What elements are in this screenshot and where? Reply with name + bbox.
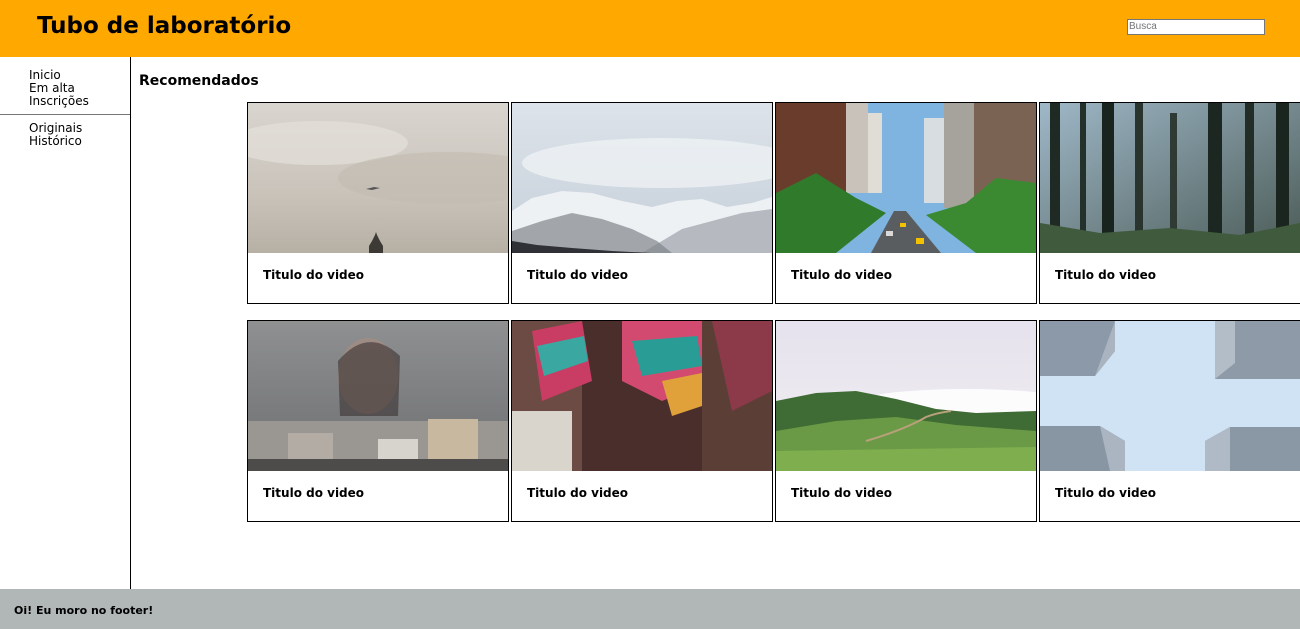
video-card[interactable]: Titulo do video <box>247 102 509 304</box>
video-title[interactable]: Titulo do video <box>1040 268 1300 282</box>
site-footer: Oi! Eu moro no footer! <box>0 589 1300 629</box>
video-grid: Titulo do video Titulo do video Titulo d… <box>247 102 1300 522</box>
section-title: Recomendados <box>139 73 259 89</box>
video-title[interactable]: Titulo do video <box>512 268 772 282</box>
footer-text: Oi! Eu moro no footer! <box>14 604 154 617</box>
video-thumbnail[interactable] <box>776 103 1036 253</box>
sidebar-divider <box>0 114 130 115</box>
sidebar-item-inscricoes[interactable]: Inscrições <box>0 95 130 108</box>
video-card[interactable]: Titulo do video <box>775 102 1037 304</box>
sidebar: Inicio Em alta Inscrições Originais Hist… <box>0 57 131 589</box>
video-title[interactable]: Titulo do video <box>776 486 1036 500</box>
video-title[interactable]: Titulo do video <box>776 268 1036 282</box>
video-card[interactable]: Titulo do video <box>1039 320 1300 522</box>
video-thumbnail[interactable] <box>776 321 1036 471</box>
video-thumbnail[interactable] <box>248 103 508 253</box>
video-title[interactable]: Titulo do video <box>512 486 772 500</box>
video-card[interactable]: Titulo do video <box>511 320 773 522</box>
video-thumbnail[interactable] <box>1040 103 1300 253</box>
video-title[interactable]: Titulo do video <box>1040 486 1300 500</box>
video-card[interactable]: Titulo do video <box>511 102 773 304</box>
video-card[interactable]: Titulo do video <box>247 320 509 522</box>
sidebar-item-historico[interactable]: Histórico <box>0 135 130 148</box>
video-thumbnail[interactable] <box>248 321 508 471</box>
site-header: Tubo de laboratório <box>0 0 1300 57</box>
video-card[interactable]: Titulo do video <box>775 320 1037 522</box>
video-thumbnail[interactable] <box>1040 321 1300 471</box>
video-card[interactable]: Titulo do video <box>1039 102 1300 304</box>
video-thumbnail[interactable] <box>512 321 772 471</box>
video-title[interactable]: Titulo do video <box>248 486 508 500</box>
site-title: Tubo de laboratório <box>37 13 292 39</box>
video-thumbnail[interactable] <box>512 103 772 253</box>
video-title[interactable]: Titulo do video <box>248 268 508 282</box>
search-input[interactable] <box>1127 19 1265 35</box>
